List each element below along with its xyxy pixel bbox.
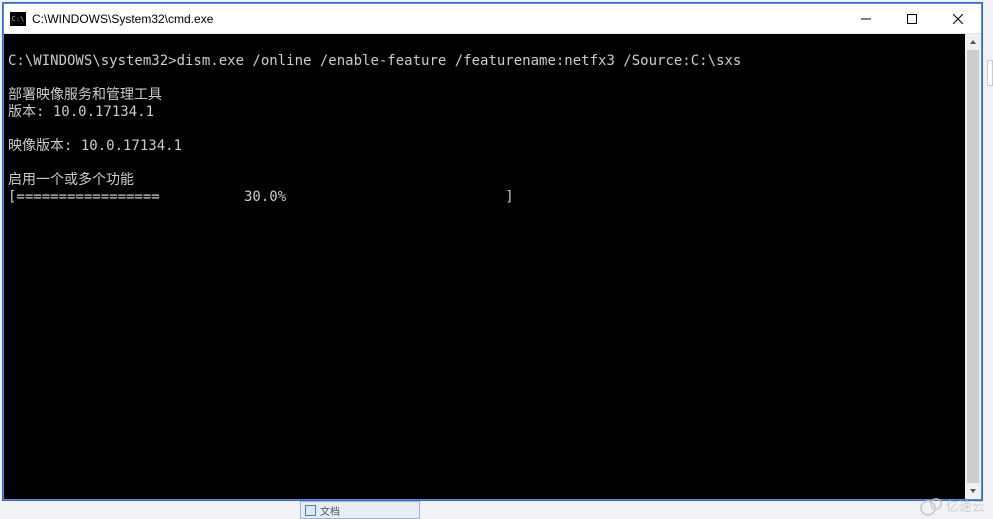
background-stub — [987, 60, 993, 86]
window-title: C:\WINDOWS\System32\cmd.exe — [32, 12, 843, 26]
titlebar: C:\WINDOWS\System32\cmd.exe — [4, 4, 981, 34]
taskbar-peek: 文档 — [300, 501, 420, 519]
vertical-scrollbar[interactable] — [965, 34, 981, 499]
output-line: 版本: 10.0.17134.1 — [8, 104, 154, 120]
terminal-area: C:\WINDOWS\system32>dism.exe /online /en… — [4, 34, 981, 499]
cloud-icon — [920, 498, 942, 513]
cmd-icon — [10, 12, 26, 26]
close-button[interactable] — [935, 4, 981, 33]
command-text: dism.exe /online /enable-feature /featur… — [177, 53, 742, 69]
cmd-window: C:\WINDOWS\System32\cmd.exe C:\WINDOWS\s… — [3, 3, 982, 500]
watermark-text: 亿速云 — [946, 496, 985, 515]
watermark: 亿速云 — [920, 496, 985, 515]
terminal-output[interactable]: C:\WINDOWS\system32>dism.exe /online /en… — [4, 34, 965, 499]
prompt-text: C:\WINDOWS\system32> — [8, 53, 177, 69]
minimize-button[interactable] — [843, 4, 889, 33]
progress-bar: [================= 30.0% ] — [8, 189, 514, 205]
window-controls — [843, 4, 981, 33]
output-line: 部署映像服务和管理工具 — [8, 87, 162, 103]
scroll-up-arrow-icon[interactable] — [965, 34, 981, 50]
output-line: 启用一个或多个功能 — [8, 172, 134, 188]
maximize-button[interactable] — [889, 4, 935, 33]
output-line: 映像版本: 10.0.17134.1 — [8, 138, 182, 154]
scroll-thumb[interactable] — [967, 50, 979, 483]
taskbar-item-label: 文档 — [320, 503, 340, 518]
folder-icon — [305, 505, 316, 516]
